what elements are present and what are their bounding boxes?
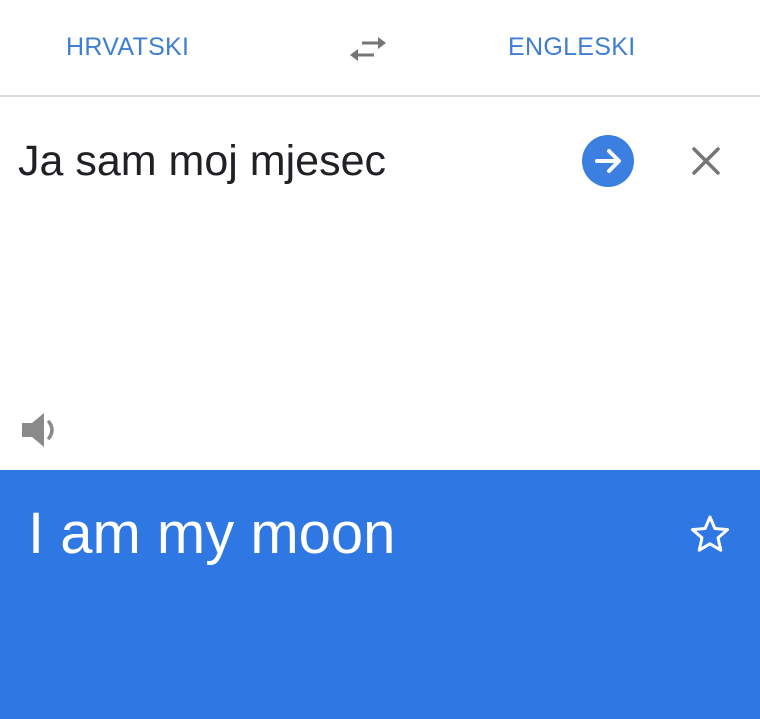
source-text-input[interactable]: Ja sam moj mjesec <box>18 137 386 185</box>
arrow-forward-icon <box>595 149 621 173</box>
input-panel: Ja sam moj mjesec <box>0 97 760 470</box>
clear-button[interactable] <box>688 143 724 179</box>
star-outline-icon <box>691 515 729 552</box>
listen-speaker-button[interactable] <box>20 410 66 450</box>
translate-app: HRVATSKI ENGLESKI Ja sam moj mjesec I am… <box>0 0 760 719</box>
translated-text: I am my moon <box>28 501 396 566</box>
speaker-icon <box>22 413 54 447</box>
close-icon <box>692 147 720 175</box>
swap-languages-icon[interactable] <box>348 33 388 65</box>
output-panel: I am my moon <box>0 470 760 719</box>
target-language-button[interactable]: ENGLESKI <box>508 33 635 62</box>
source-language-button[interactable]: HRVATSKI <box>66 33 189 62</box>
translate-go-button[interactable] <box>582 135 634 187</box>
language-bar: HRVATSKI ENGLESKI <box>0 0 760 97</box>
save-translation-button[interactable] <box>688 512 732 556</box>
